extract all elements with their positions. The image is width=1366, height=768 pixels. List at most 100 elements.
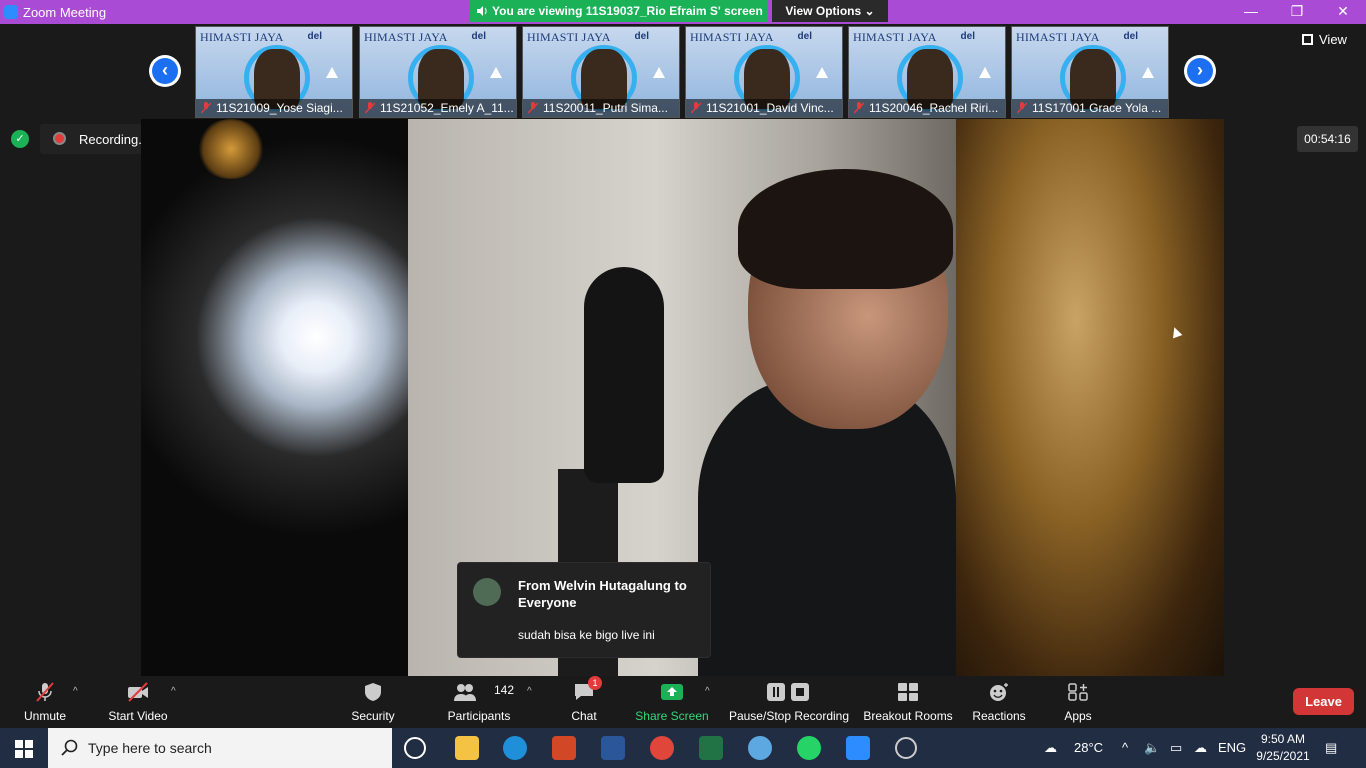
edge-browser-icon[interactable]: [503, 736, 527, 760]
breakout-rooms-label: Breakout Rooms: [863, 709, 953, 723]
thumbnail-brand: del: [797, 31, 812, 42]
minimize-icon: —: [1244, 3, 1258, 19]
reactions-button[interactable]: Reactions: [968, 676, 1030, 728]
cortana-icon[interactable]: [404, 737, 426, 759]
view-options-button[interactable]: View Options ⌄: [772, 0, 888, 22]
weather-icon[interactable]: ☁: [1044, 740, 1057, 756]
participant-name-label: 11S20011_Putri Sima...: [523, 99, 679, 117]
participant-name-label: 11S20046_Rachel Riri...: [849, 99, 1005, 117]
start-video-label: Start Video: [108, 709, 168, 723]
chevron-left-icon: ‹: [152, 58, 178, 84]
file-explorer-icon[interactable]: [455, 736, 479, 760]
start-video-button[interactable]: Start Video: [103, 676, 173, 728]
previous-page-button[interactable]: ‹: [149, 55, 181, 87]
leave-button[interactable]: Leave: [1293, 688, 1354, 715]
onedrive-icon[interactable]: ☁: [1194, 740, 1207, 756]
excel-icon[interactable]: [699, 736, 723, 760]
participant-name: 11S21001_David Vinc...: [706, 101, 834, 115]
triangle-graphic: [1142, 67, 1154, 78]
participant-thumbnail[interactable]: HIMASTI JAYA del 11S20011_Putri Sima...: [522, 26, 680, 118]
zoom-taskbar-icon[interactable]: [846, 736, 870, 760]
audio-options-caret-icon[interactable]: ^: [73, 686, 78, 697]
taskbar-search-input[interactable]: Type here to search: [48, 728, 392, 768]
participants-label: Participants: [447, 709, 511, 723]
participant-name: 11S21009_Yose Siagi...: [216, 101, 343, 115]
apps-button[interactable]: Apps: [1053, 676, 1103, 728]
chat-unread-badge: 1: [588, 676, 602, 690]
chevron-up-icon[interactable]: ^: [1122, 740, 1128, 755]
security-button[interactable]: Security: [343, 676, 403, 728]
weather-temperature[interactable]: 28°C: [1074, 740, 1103, 755]
window-titlebar: Zoom Meeting You are viewing 11S19037_Ri…: [0, 0, 1366, 24]
close-button[interactable]: ✕: [1320, 0, 1366, 24]
chat-notification-popup[interactable]: From Welvin Hutagalung to Everyone sudah…: [457, 562, 711, 658]
participant-thumbnail[interactable]: HIMASTI JAYA del 11S17001 Grace Yola ...: [1011, 26, 1169, 118]
participants-icon: [454, 684, 476, 701]
language-indicator[interactable]: ENG: [1218, 740, 1246, 755]
chat-sender: From Welvin Hutagalung to Everyone: [518, 578, 687, 610]
recording-dot-icon: [53, 132, 66, 145]
share-screen-button[interactable]: Share Screen: [632, 676, 712, 728]
person-hair: [738, 169, 953, 289]
notifications-icon[interactable]: ▤: [1325, 740, 1337, 756]
muted-mic-icon: [1017, 102, 1027, 114]
participant-thumbnail[interactable]: HIMASTI JAYA del 11S21009_Yose Siagi...: [195, 26, 353, 118]
meeting-timer: 00:54:16: [1297, 126, 1358, 152]
clock-date: 9/25/2021: [1256, 749, 1310, 763]
thumbnail-brand: del: [307, 31, 322, 42]
triangle-graphic: [653, 67, 665, 78]
participant-name-label: 11S21001_David Vinc...: [686, 99, 842, 117]
share-screen-label: Share Screen: [635, 709, 709, 723]
obs-icon[interactable]: [895, 737, 917, 759]
encryption-shield-icon[interactable]: ✓: [11, 130, 29, 148]
restore-button[interactable]: ❐: [1274, 0, 1320, 24]
video-options-caret-icon[interactable]: ^: [171, 686, 176, 697]
word-icon[interactable]: [601, 736, 625, 760]
muted-microphone-icon: [36, 682, 54, 702]
minimize-button[interactable]: —: [1228, 0, 1274, 24]
participant-thumbnail[interactable]: HIMASTI JAYA del 11S21052_Emely A_11...: [359, 26, 517, 118]
windows-start-icon[interactable]: [15, 740, 33, 758]
apps-label: Apps: [1064, 709, 1092, 723]
next-page-button[interactable]: ›: [1184, 55, 1216, 87]
participant-name: 11S20046_Rachel Riri...: [869, 101, 999, 115]
restore-icon: ❐: [1290, 3, 1304, 19]
participants-caret-icon[interactable]: ^: [527, 686, 532, 697]
muted-mic-icon: [365, 102, 375, 114]
participant-thumbnail[interactable]: HIMASTI JAYA del 11S21001_David Vinc...: [685, 26, 843, 118]
speaker-icon: [477, 6, 487, 16]
window-title: Zoom Meeting: [23, 5, 107, 20]
video-left-panel: [141, 119, 408, 676]
breakout-rooms-icon: [898, 683, 918, 701]
muted-mic-icon: [691, 102, 701, 114]
thumbnail-brand: del: [471, 31, 486, 42]
volume-icon[interactable]: 🔈: [1144, 740, 1160, 756]
zoom-app-icon: [4, 5, 18, 19]
taskbar-clock[interactable]: 9:50 AM 9/25/2021: [1254, 731, 1312, 765]
powerpoint-icon[interactable]: [552, 736, 576, 760]
thumbnail-header: HIMASTI JAYA: [200, 30, 284, 44]
security-label: Security: [351, 709, 395, 723]
bokeh-light: [196, 119, 266, 179]
pause-stop-recording-button[interactable]: Pause/Stop Recording: [728, 676, 850, 728]
search-placeholder: Type here to search: [88, 740, 212, 756]
battery-icon[interactable]: ▭: [1170, 740, 1182, 756]
view-button[interactable]: View: [1302, 32, 1347, 47]
snipping-tool-icon[interactable]: [748, 736, 772, 760]
chrome-icon[interactable]: [650, 736, 674, 760]
shield-icon: [365, 683, 381, 701]
whatsapp-icon[interactable]: [797, 736, 821, 760]
share-options-caret-icon[interactable]: ^: [705, 686, 710, 697]
apps-icon: [1068, 683, 1088, 701]
participant-thumbnail[interactable]: HIMASTI JAYA del 11S20046_Rachel Riri...: [848, 26, 1006, 118]
participants-button[interactable]: 142 Participants: [444, 676, 514, 728]
recording-label: Recording...: [79, 132, 150, 147]
chat-button[interactable]: 1 Chat: [559, 676, 609, 728]
triangle-graphic: [326, 67, 338, 78]
breakout-rooms-button[interactable]: Breakout Rooms: [862, 676, 954, 728]
unmute-button[interactable]: Unmute: [15, 676, 75, 728]
clock-time: 9:50 AM: [1260, 732, 1306, 746]
smiley-icon: [990, 683, 1008, 701]
triangle-graphic: [979, 67, 991, 78]
thumbnail-brand: del: [634, 31, 649, 42]
